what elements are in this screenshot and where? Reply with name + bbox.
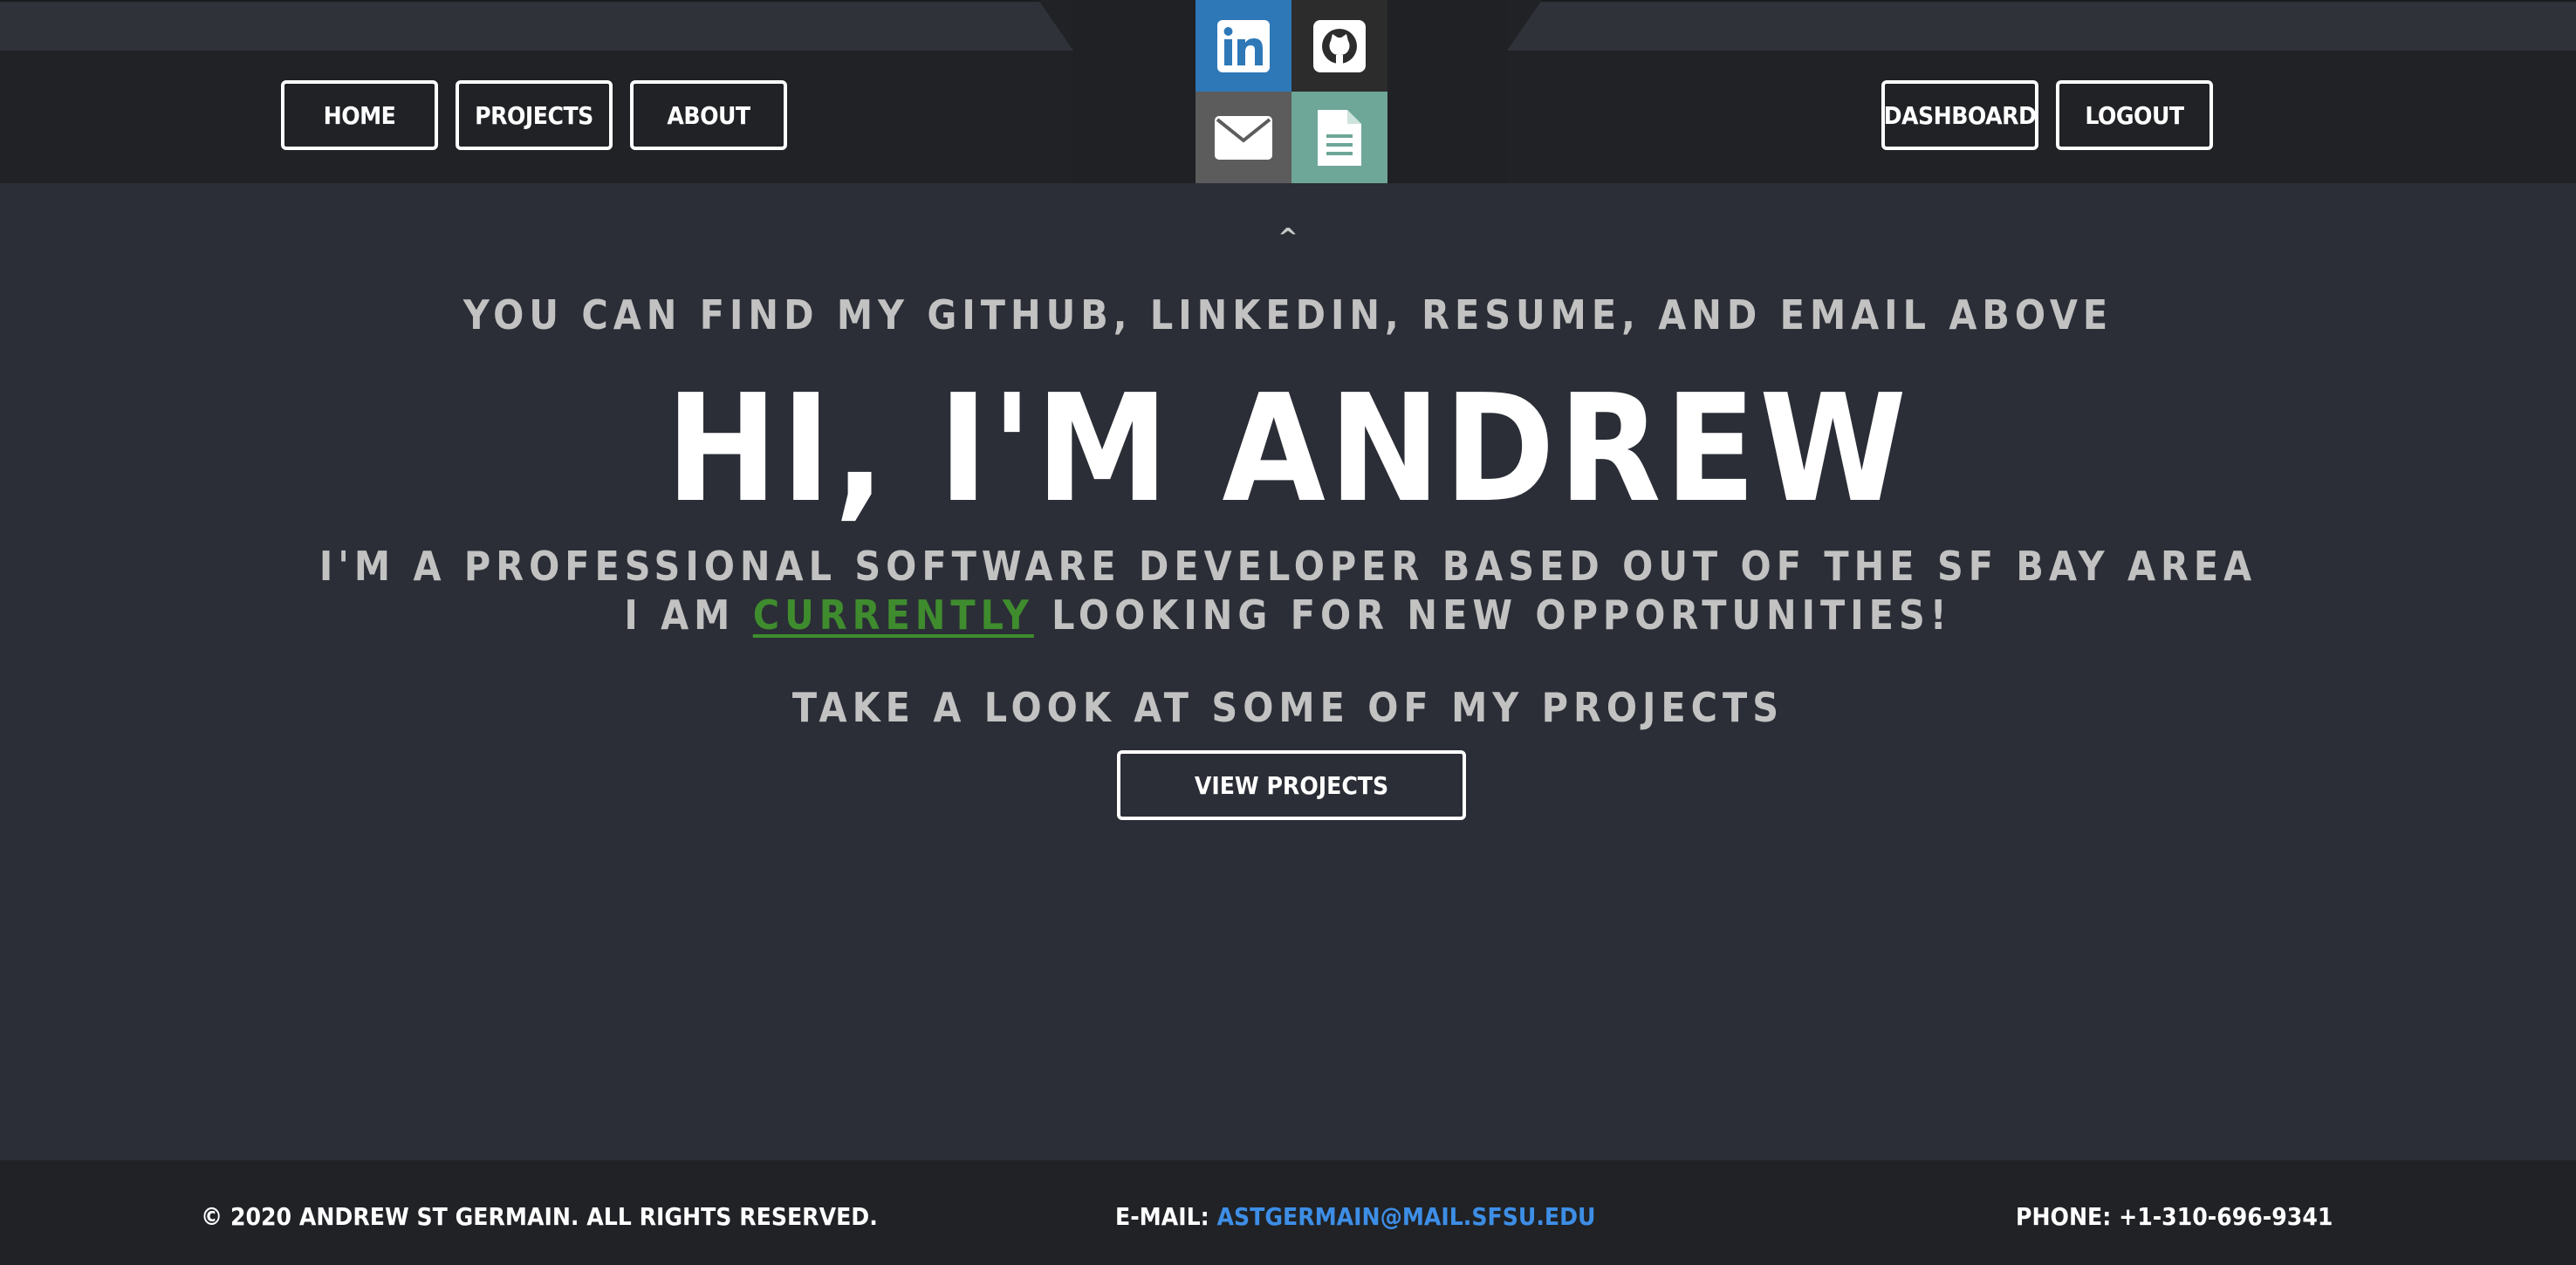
resume-link[interactable] — [1291, 92, 1387, 183]
envelope-icon — [1215, 115, 1272, 160]
projects-prompt: TAKE A LOOK AT SOME OF MY PROJECTS — [791, 684, 1785, 731]
linkedin-link[interactable] — [1196, 0, 1291, 92]
projects-button[interactable]: PROJECTS — [456, 80, 613, 150]
github-link[interactable] — [1291, 0, 1387, 92]
header: HOME PROJECTS ABOUT DASHBOARD LOGOUT — [0, 0, 2576, 183]
github-icon — [1313, 19, 1366, 72]
status-suffix: LOOKING FOR NEW OPPORTUNITIES! — [1033, 591, 1952, 639]
copyright-text: © 2020 ANDREW ST GERMAIN. ALL RIGHTS RES… — [201, 1202, 878, 1231]
footer: © 2020 ANDREW ST GERMAIN. ALL RIGHTS RES… — [0, 1160, 2576, 1265]
status-highlight: CURRENTLY — [752, 591, 1034, 639]
about-button[interactable]: ABOUT — [630, 80, 787, 150]
linkedin-icon — [1217, 19, 1270, 72]
status-prefix: I AM — [624, 591, 753, 639]
view-projects-button[interactable]: VIEW PROJECTS — [1117, 750, 1466, 820]
document-icon — [1318, 109, 1361, 166]
status-text: I AM CURRENTLY LOOKING FOR NEW OPPORTUNI… — [0, 591, 2576, 639]
collapse-caret-icon[interactable]: ^ — [1278, 225, 1298, 250]
email-link[interactable]: ASTGERMAIN@MAIL.SFSU.EDU — [1217, 1202, 1596, 1231]
phone-text: PHONE: +1-310-696-9341 — [2016, 1202, 2333, 1231]
home-button[interactable]: HOME — [281, 80, 438, 150]
intro-text: I'M A PROFESSIONAL SOFTWARE DEVELOPER BA… — [319, 543, 2257, 590]
email-label: E-MAIL: — [1115, 1202, 1217, 1231]
links-hint: YOU CAN FIND MY GITHUB, LINKEDIN, RESUME… — [462, 291, 2114, 338]
footer-email: E-MAIL: ASTGERMAIN@MAIL.SFSU.EDU — [1115, 1202, 1596, 1231]
logout-button[interactable]: LOGOUT — [2056, 80, 2213, 150]
page-title: HI, I'M ANDREW — [666, 363, 1910, 536]
email-link[interactable] — [1196, 92, 1291, 183]
dashboard-button[interactable]: DASHBOARD — [1881, 80, 2038, 150]
